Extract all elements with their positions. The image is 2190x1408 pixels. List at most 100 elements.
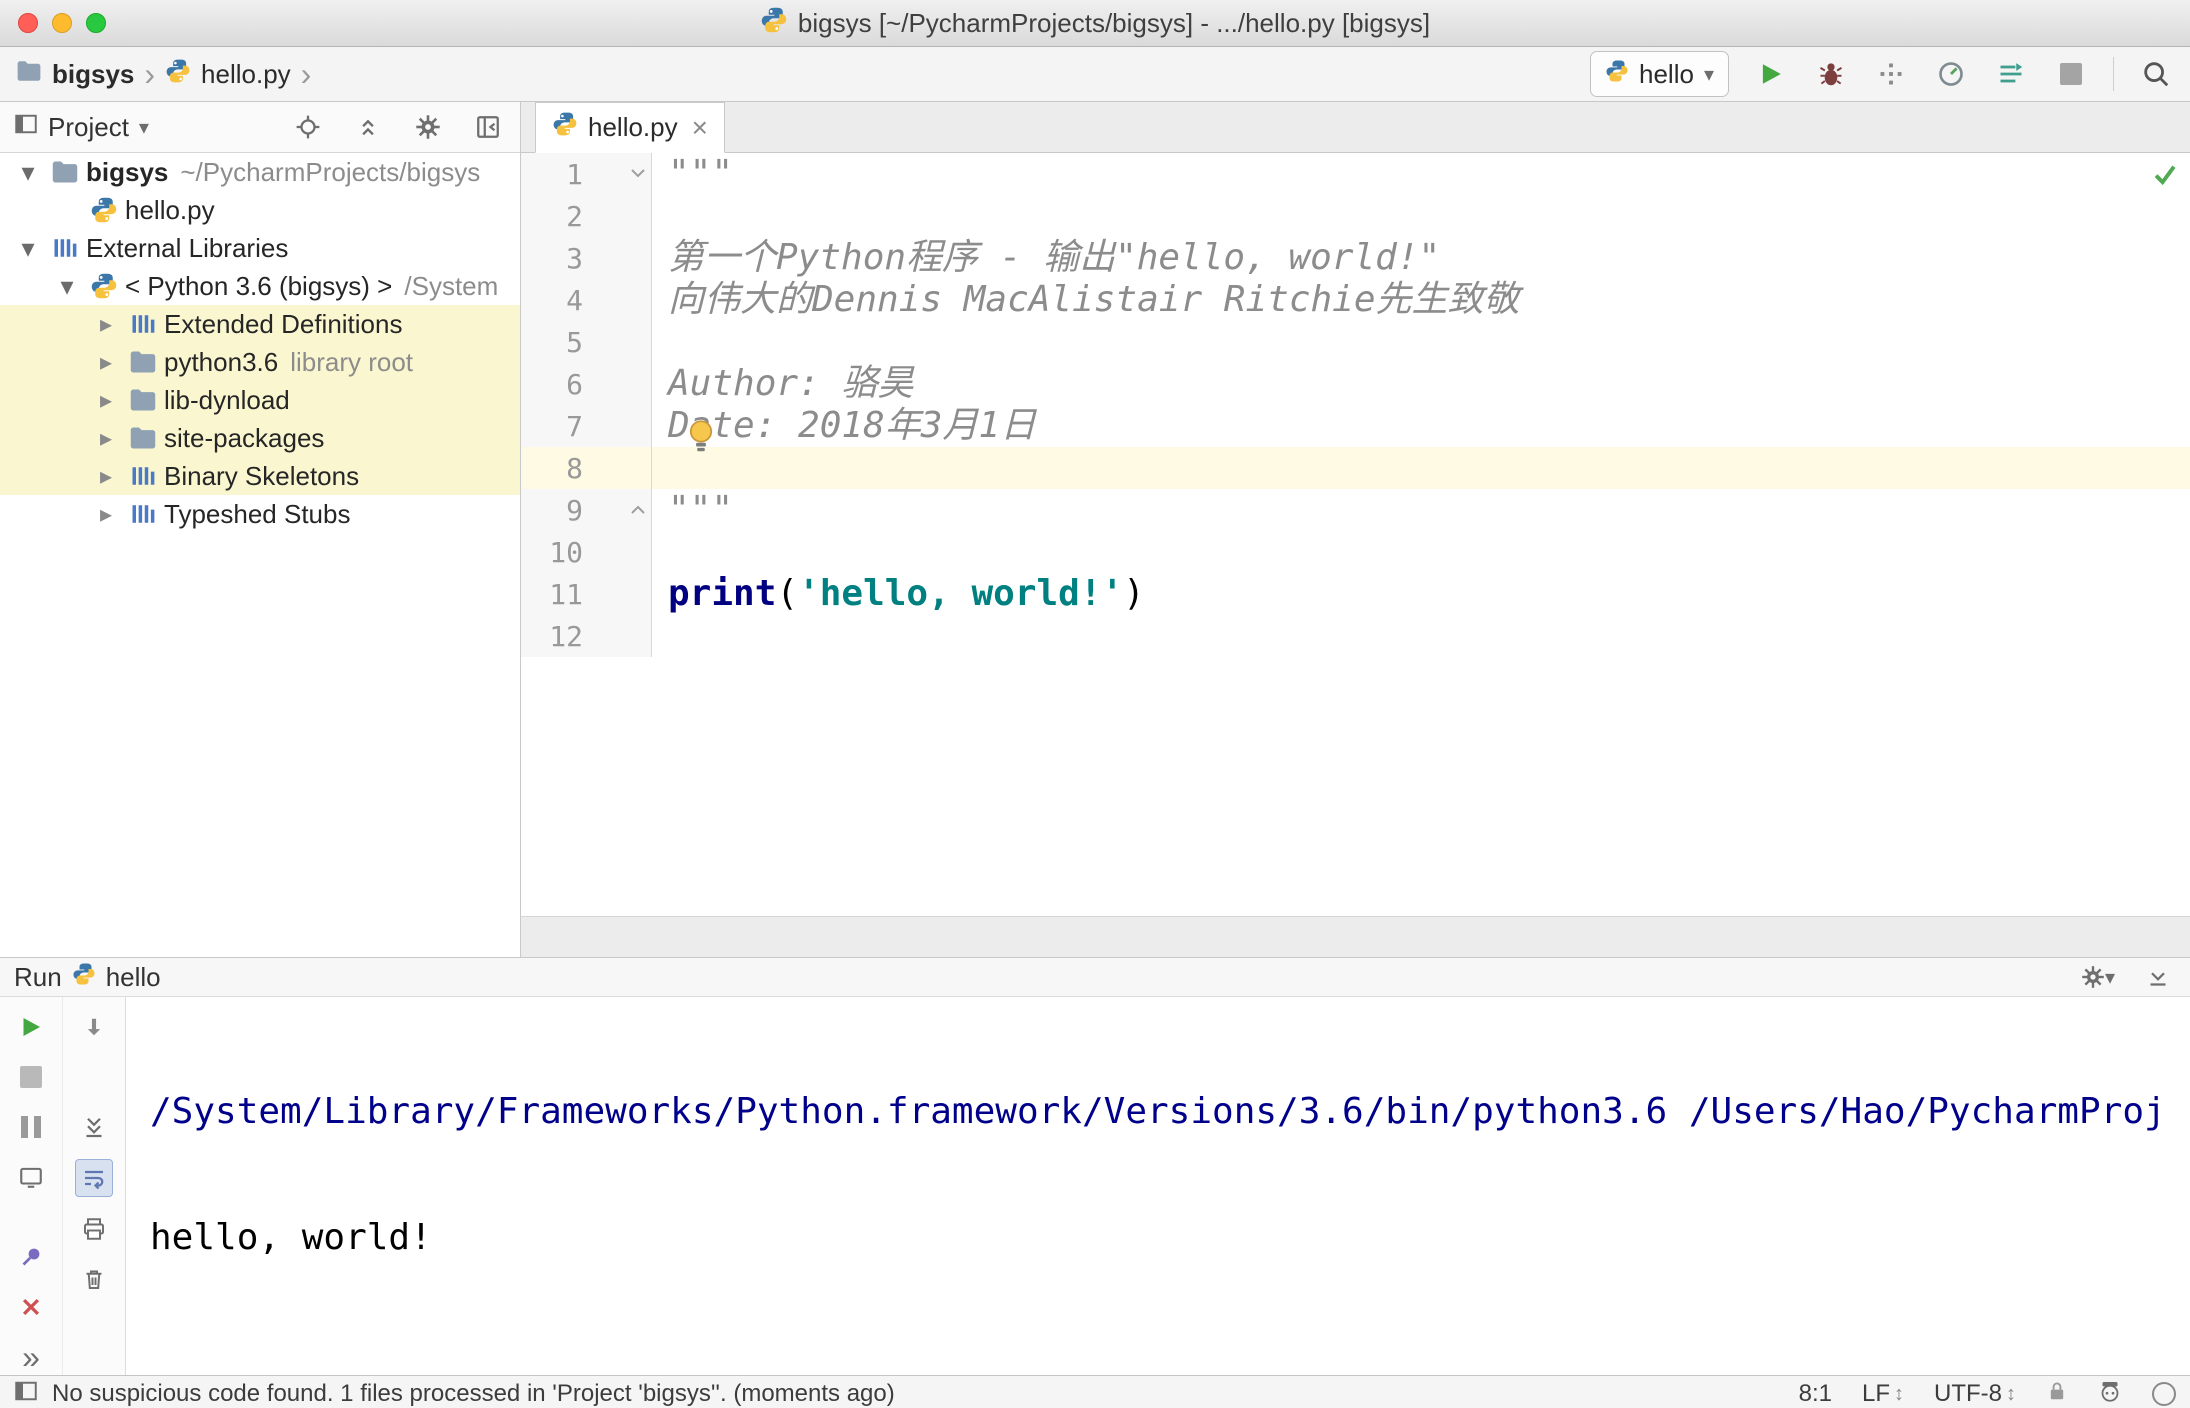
gear-icon[interactable] xyxy=(410,109,446,145)
folder-icon xyxy=(126,424,160,452)
folder-icon xyxy=(126,348,160,376)
print-icon[interactable] xyxy=(76,1211,112,1247)
hide-panel-icon[interactable] xyxy=(470,109,506,145)
chevron-collapsed-icon[interactable]: ▸ xyxy=(86,310,126,339)
chevron-collapsed-icon[interactable]: ▸ xyxy=(86,424,126,453)
stop-button[interactable] xyxy=(13,1059,49,1095)
chevron-collapsed-icon[interactable]: ▸ xyxy=(86,462,126,491)
concurrency-diagram-button[interactable] xyxy=(1993,56,2029,92)
navigation-bar: bigsys › hello.py › hello ▾ xyxy=(0,47,2190,102)
fold-region-start-icon[interactable] xyxy=(630,168,646,179)
project-tool-window: Project ▾ ▾ bigsys ~/PycharmProjects/big… xyxy=(0,102,521,957)
tree-item-python-3-6-interpreter[interactable]: ▾ < Python 3.6 (bigsys) > /System xyxy=(0,267,520,305)
window-title: bigsys [~/PycharmProjects/bigsys] - .../… xyxy=(797,7,1431,38)
project-panel-title[interactable]: Project xyxy=(48,112,129,143)
scroll-to-end-icon[interactable] xyxy=(76,1109,112,1145)
run-panel-title[interactable]: Run xyxy=(14,962,62,993)
run-toolbar: » xyxy=(0,997,126,1375)
scroll-down-icon[interactable] xyxy=(76,1009,112,1045)
caret-position-widget[interactable]: 8:1 xyxy=(1799,1380,1832,1408)
tree-item-extended-definitions[interactable]: ▸ Extended Definitions xyxy=(0,305,520,343)
toolbar-divider xyxy=(2113,57,2114,91)
encoding-widget[interactable]: UTF-8 ↕ xyxy=(1934,1380,2016,1408)
tree-item-bigsys[interactable]: ▾ bigsys ~/PycharmProjects/bigsys xyxy=(0,153,520,191)
editor-scrollbar-strip[interactable] xyxy=(521,916,2190,957)
editor-line: 11 print('hello, world!') xyxy=(521,573,2190,615)
highlighting-level-hector-icon[interactable] xyxy=(2098,1379,2122,1408)
chevron-expanded-icon[interactable]: ▾ xyxy=(8,233,48,264)
tool-window-icon xyxy=(14,112,38,143)
tree-item-binary-skeletons[interactable]: ▸ Binary Skeletons xyxy=(0,457,520,495)
chevron-expanded-icon[interactable]: ▾ xyxy=(8,157,48,188)
library-icon xyxy=(126,462,160,490)
chevron-collapsed-icon[interactable]: ▸ xyxy=(86,348,126,377)
chevron-down-icon: ▾ xyxy=(2104,966,2116,989)
pin-tab-icon[interactable] xyxy=(13,1239,49,1275)
breadcrumb: bigsys › hello.py › xyxy=(0,58,311,91)
tree-item-site-packages[interactable]: ▸ site-packages xyxy=(0,419,520,457)
locate-file-icon[interactable] xyxy=(290,109,326,145)
close-button[interactable] xyxy=(18,13,38,33)
stop-button[interactable] xyxy=(2053,56,2089,92)
console-output[interactable]: /System/Library/Frameworks/Python.framew… xyxy=(126,997,2190,1375)
run-button[interactable] xyxy=(1753,56,1789,92)
editor-line: 10 xyxy=(521,531,2190,573)
traffic-lights xyxy=(18,0,106,46)
console-command-line: /System/Library/Frameworks/Python.framew… xyxy=(150,1091,2166,1132)
close-icon[interactable]: × xyxy=(692,113,708,142)
zoom-button[interactable] xyxy=(86,13,106,33)
tree-item-python3-6-library-root[interactable]: ▸ python3.6 library root xyxy=(0,343,520,381)
tree-item-lib-dynload[interactable]: ▸ lib-dynload xyxy=(0,381,520,419)
run-config-label: hello xyxy=(105,961,161,992)
chevron-collapsed-icon[interactable]: ▸ xyxy=(86,386,126,415)
updown-arrows-icon: ↕ xyxy=(2006,1382,2016,1405)
editor-line-current: 8 xyxy=(521,447,2190,489)
pause-output-button[interactable] xyxy=(13,1109,49,1145)
profiler-button[interactable] xyxy=(1933,56,1969,92)
chevron-down-icon[interactable]: ▾ xyxy=(139,115,149,140)
project-panel-header: Project ▾ xyxy=(0,102,520,153)
python-file-icon xyxy=(552,111,578,144)
run-panel-header: Run hello ▾ xyxy=(0,958,2190,997)
code-editor[interactable]: 1 """ 2 3 第一个Python程序 - 输出"hello, world!… xyxy=(521,153,2190,916)
line-separator-widget[interactable]: LF ↕ xyxy=(1862,1380,1904,1408)
breadcrumb-file[interactable]: hello.py xyxy=(201,59,291,90)
search-everywhere-icon[interactable] xyxy=(2138,56,2174,92)
inspection-ok-check-icon[interactable] xyxy=(2152,161,2178,192)
lock-icon[interactable] xyxy=(2046,1380,2068,1408)
status-bar: No suspicious code found. 1 files proces… xyxy=(0,1375,2190,1408)
clear-console-trash-icon[interactable] xyxy=(76,1261,112,1297)
minimize-button[interactable] xyxy=(52,13,72,33)
editor-line: 1 """ xyxy=(521,153,2190,195)
status-message: No suspicious code found. 1 files proces… xyxy=(52,1380,895,1407)
chevron-collapsed-icon[interactable]: ▸ xyxy=(86,500,126,529)
breadcrumb-project[interactable]: bigsys xyxy=(52,59,134,90)
run-configuration-select[interactable]: hello ▾ xyxy=(1590,51,1729,97)
rerun-button[interactable] xyxy=(13,1009,49,1045)
gear-icon[interactable]: ▾ xyxy=(2080,959,2116,995)
intention-lightbulb-icon[interactable] xyxy=(683,417,719,462)
close-tab-icon[interactable] xyxy=(13,1289,49,1325)
editor-line: 12 xyxy=(521,615,2190,657)
collapse-all-icon[interactable] xyxy=(350,109,386,145)
tool-window-toggler-icon[interactable] xyxy=(14,1379,38,1408)
fold-region-end-icon[interactable] xyxy=(630,504,646,515)
tree-item-external-libraries[interactable]: ▾ External Libraries xyxy=(0,229,520,267)
tree-item-hello-py[interactable]: hello.py xyxy=(0,191,520,229)
chevron-right-icon: › xyxy=(144,56,156,92)
tree-item-typeshed-stubs[interactable]: ▸ Typeshed Stubs xyxy=(0,495,520,533)
more-actions-icon[interactable]: » xyxy=(13,1339,49,1375)
updown-arrows-icon: ↕ xyxy=(1894,1382,1904,1405)
console-stdout-line: hello, world! xyxy=(150,1217,432,1258)
soft-wrap-toggle[interactable] xyxy=(75,1159,113,1197)
restore-layout-icon[interactable] xyxy=(13,1159,49,1195)
tab-hello-py[interactable]: hello.py × xyxy=(535,102,725,153)
hide-tool-window-icon[interactable] xyxy=(2140,959,2176,995)
run-with-coverage-button[interactable] xyxy=(1873,56,1909,92)
chevron-expanded-icon[interactable]: ▾ xyxy=(47,271,87,302)
debug-button[interactable] xyxy=(1813,56,1849,92)
tab-label: hello.py xyxy=(588,112,678,142)
event-log-icon[interactable] xyxy=(2152,1382,2176,1406)
editor-line: 9 """ xyxy=(521,489,2190,531)
